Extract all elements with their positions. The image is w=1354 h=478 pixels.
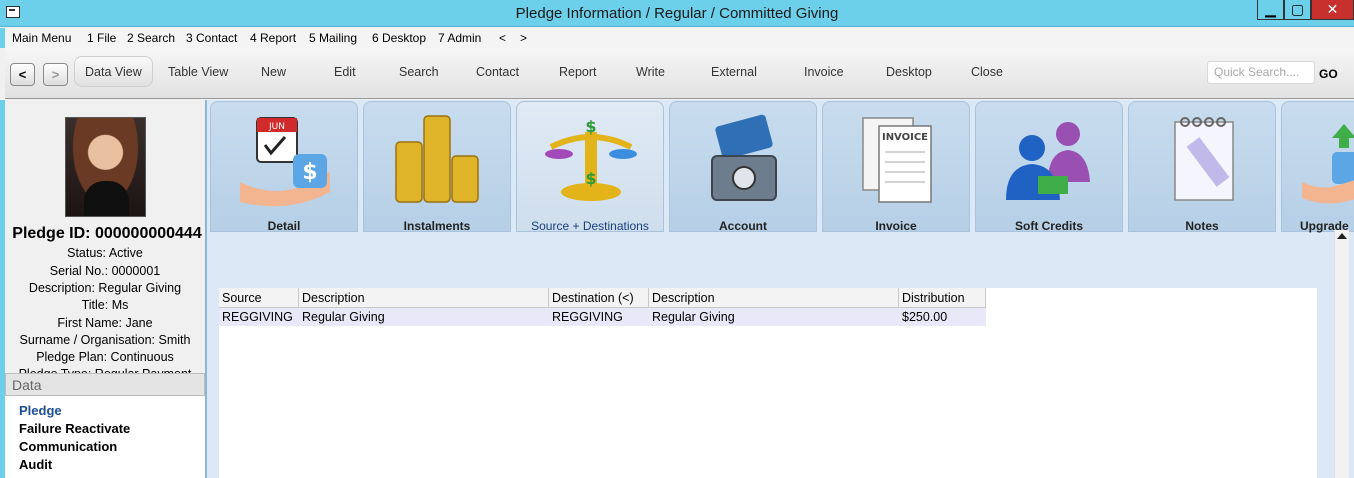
edit-button[interactable]: Edit: [334, 65, 356, 79]
tab-invoice-label: Invoice: [875, 219, 917, 233]
tab-account-label: Account: [719, 219, 767, 233]
vertical-scrollbar[interactable]: [1334, 230, 1349, 478]
table-row-cell[interactable]: REGGIVING: [549, 308, 649, 326]
svg-text:$: $: [585, 117, 596, 136]
calendar-hand-icon: JUN $: [240, 117, 330, 207]
serial-line: Serial No.: 0000001: [49, 264, 161, 278]
forward-button[interactable]: >: [43, 63, 68, 86]
tab-instalments[interactable]: Instalments: [363, 101, 511, 233]
table-row-cell[interactable]: Regular Giving: [299, 308, 549, 326]
go-button[interactable]: GO: [1319, 67, 1338, 81]
svg-text:INVOICE: INVOICE: [882, 132, 928, 143]
search-button[interactable]: Search: [399, 65, 439, 79]
col-source[interactable]: Source: [219, 288, 299, 308]
title-bar: Pledge Information / Regular / Committed…: [0, 0, 1354, 27]
tab-account[interactable]: Account: [669, 101, 817, 233]
coins-icon: [395, 115, 479, 203]
source-destinations-grid: Source Description Destination (<) Descr…: [219, 288, 1317, 478]
pledge-summary-panel: Pledge ID: 000000000444 Status: Active S…: [0, 100, 207, 478]
report-button[interactable]: Report: [559, 65, 597, 79]
data-section-header: Data: [5, 373, 205, 396]
menu-report[interactable]: 4 Report: [250, 31, 296, 45]
contact-button[interactable]: Contact: [476, 65, 519, 79]
menu-next[interactable]: >: [520, 31, 527, 45]
plan-line: Pledge Plan: Continuous: [36, 350, 174, 364]
link-failure-reactivate[interactable]: Failure Reactivate: [19, 421, 130, 436]
close-button[interactable]: Close: [971, 65, 1003, 79]
scroll-up-icon[interactable]: [1337, 233, 1347, 239]
people-icon: [1006, 122, 1090, 200]
first-name-line: First Name: Jane: [57, 316, 153, 330]
scales-icon: $ $: [545, 117, 637, 201]
tab-source-destinations-label: Source + Destinations: [531, 219, 649, 233]
minimize-button[interactable]: ▁: [1257, 0, 1284, 20]
menu-contact[interactable]: 3 Contact: [186, 31, 237, 45]
tab-notes[interactable]: Notes: [1128, 101, 1276, 233]
col-distribution[interactable]: Distribution: [899, 288, 986, 308]
menu-main[interactable]: Main Menu: [12, 31, 71, 45]
pledge-id: Pledge ID: 000000000444: [12, 225, 202, 242]
tab-soft-credits[interactable]: Soft Credits: [975, 101, 1123, 233]
status-line: Status: Active: [67, 246, 143, 260]
menu-desktop[interactable]: 6 Desktop: [372, 31, 426, 45]
close-window-button[interactable]: ✕: [1311, 0, 1354, 20]
contact-photo: [65, 117, 146, 217]
maximize-button[interactable]: ▢: [1284, 0, 1311, 20]
menu-admin[interactable]: 7 Admin: [438, 31, 481, 45]
notepad-icon: [1174, 117, 1234, 201]
surname-line: Surname / Organisation: Smith: [19, 333, 191, 347]
table-row-cell[interactable]: $250.00: [899, 308, 986, 326]
svg-text:JUN: JUN: [268, 122, 285, 132]
tab-detail[interactable]: JUN $ Detail: [210, 101, 358, 233]
menu-bar: Main Menu 1 File 2 Search 3 Contact 4 Re…: [0, 28, 1354, 48]
desktop-button[interactable]: Desktop: [886, 65, 932, 79]
invoice-button[interactable]: Invoice: [804, 65, 844, 79]
menu-search[interactable]: 2 Search: [127, 31, 175, 45]
menu-file[interactable]: 1 File: [87, 31, 116, 45]
tab-soft-credits-label: Soft Credits: [1014, 219, 1083, 233]
menu-mailing[interactable]: 5 Mailing: [309, 31, 357, 45]
tab-detail-label: Detail: [267, 219, 301, 233]
write-button[interactable]: Write: [636, 65, 665, 79]
col-description-2[interactable]: Description: [649, 288, 899, 308]
credit-card-safe-icon: [711, 114, 777, 201]
invoice-icon: INVOICE: [862, 117, 932, 203]
link-audit[interactable]: Audit: [19, 457, 52, 472]
menu-prev[interactable]: <: [499, 31, 506, 45]
upgrade-icon: [1302, 124, 1354, 204]
quick-search-input[interactable]: Quick Search....: [1207, 61, 1315, 84]
description-line: Description: Regular Giving: [28, 281, 182, 295]
new-button[interactable]: New: [261, 65, 286, 79]
tab-instalments-label: Instalments: [403, 219, 471, 233]
content-area: JUN $ Detail Instalments $ $ Source + De…: [207, 100, 1354, 478]
svg-text:$: $: [585, 169, 596, 188]
window-title: Pledge Information / Regular / Committed…: [515, 5, 839, 22]
col-destination[interactable]: Destination (<): [549, 288, 649, 308]
table-view-button[interactable]: Table View: [168, 65, 228, 79]
table-row-cell[interactable]: Regular Giving: [649, 308, 899, 326]
tab-source-destinations[interactable]: $ $ Source + Destinations: [516, 101, 664, 233]
title-line: Title: Ms: [81, 298, 129, 312]
col-description[interactable]: Description: [299, 288, 549, 308]
table-row-cell[interactable]: REGGIVING: [219, 308, 299, 326]
data-links: Pledge Failure Reactivate Communication …: [5, 396, 205, 478]
back-button[interactable]: <: [10, 63, 35, 86]
tab-invoice[interactable]: INVOICE Invoice: [822, 101, 970, 233]
tab-upgrade[interactable]: Upgrade: [1281, 101, 1354, 233]
toolbar: < > Data View Table View New Edit Search…: [5, 48, 1354, 99]
link-communication[interactable]: Communication: [19, 439, 117, 454]
svg-text:$: $: [302, 160, 317, 185]
data-view-button[interactable]: Data View: [74, 56, 153, 87]
link-pledge[interactable]: Pledge: [19, 403, 62, 418]
external-button[interactable]: External: [711, 65, 757, 79]
tab-notes-label: Notes: [1185, 219, 1219, 233]
